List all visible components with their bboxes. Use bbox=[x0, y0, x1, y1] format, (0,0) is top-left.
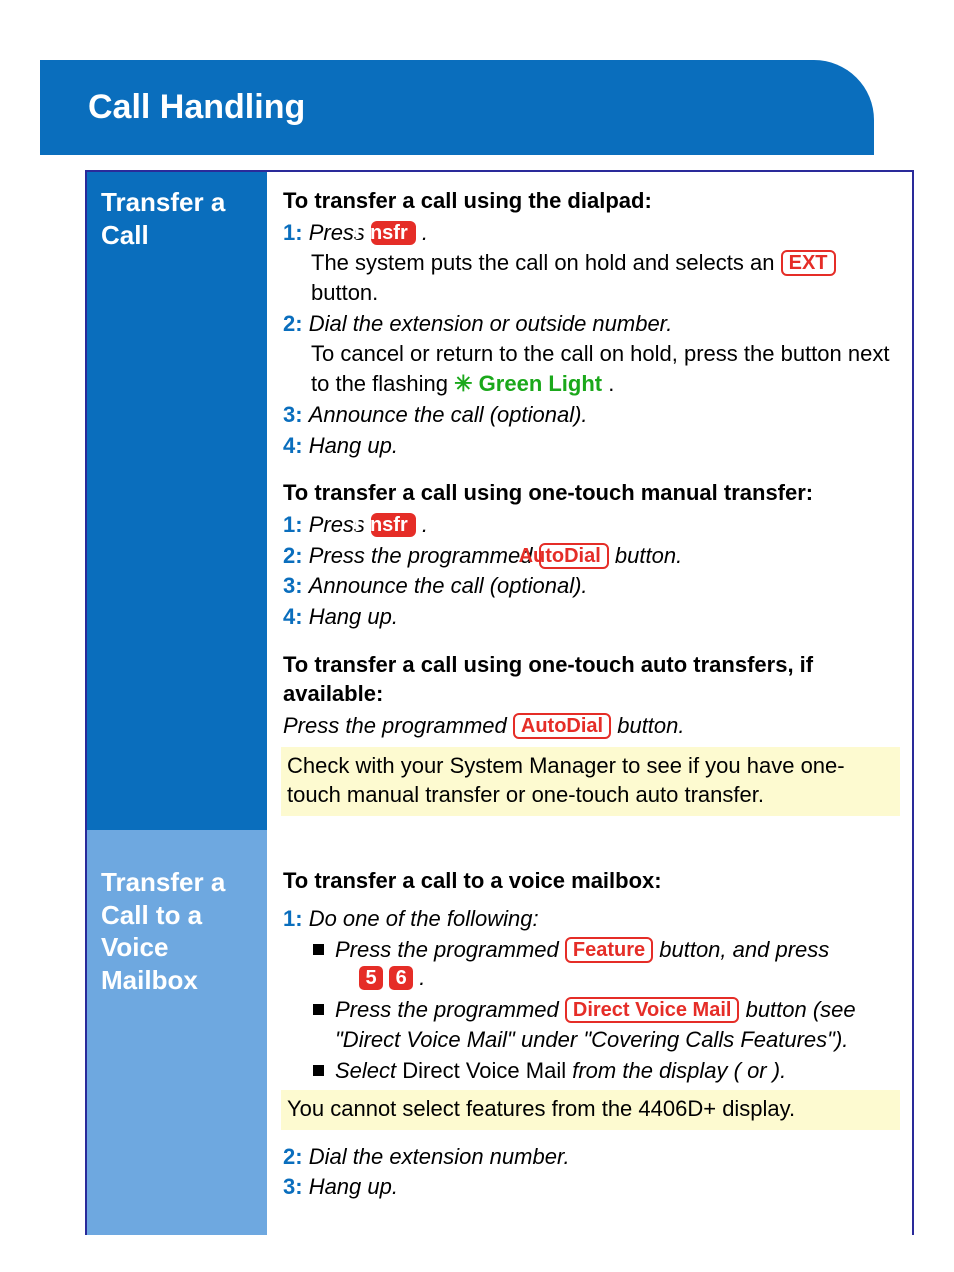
star-icon: ✳ bbox=[454, 371, 472, 396]
step: 2: Dial the extension number. bbox=[283, 1142, 894, 1172]
step: 4: Hang up. bbox=[283, 602, 894, 632]
headline: To transfer a call to a voice mailbox: bbox=[283, 866, 894, 896]
bullet-item: Select Direct Voice Mail from the displa… bbox=[311, 1056, 894, 1086]
section-heading: Transfer a Call to a Voice Mailbox bbox=[87, 852, 267, 1235]
step: 3: Hang up. bbox=[283, 1172, 894, 1202]
headline: To transfer a call using one-touch auto … bbox=[283, 650, 894, 709]
step: 2: Dial the extension or outside number. bbox=[283, 309, 894, 339]
content: Transfer a Call To transfer a call using… bbox=[85, 170, 914, 1235]
step: 1: Press Trnsfr . bbox=[283, 218, 894, 248]
step: 1: Do one of the following: bbox=[283, 904, 894, 934]
green-light-label: Green Light bbox=[479, 371, 602, 396]
section-body: To transfer a call using the dialpad: 1:… bbox=[267, 172, 912, 830]
step: 3: Announce the call (optional). bbox=[283, 400, 894, 430]
step: 2: Press the programmed AutoDial button. bbox=[283, 541, 894, 571]
page-title: Call Handling bbox=[88, 88, 305, 127]
key-ext: EXT bbox=[781, 250, 836, 276]
step: 1: Press Trnsfr . bbox=[283, 510, 894, 540]
key-6: 6 bbox=[389, 966, 413, 990]
headline: To transfer a call using one-touch manua… bbox=[283, 478, 894, 508]
bullet-list: Press the programmed Feature button, and… bbox=[311, 935, 894, 1085]
section-heading: Transfer a Call bbox=[87, 172, 267, 830]
bullet-item: Press the programmed Feature button, and… bbox=[311, 935, 894, 992]
section-body: To transfer a call to a voice mailbox: 1… bbox=[267, 852, 912, 1235]
note: Check with your System Manager to see if… bbox=[281, 747, 900, 816]
key-trnsfr: Trnsfr bbox=[371, 221, 416, 245]
key-autodial: AutoDial bbox=[539, 543, 609, 569]
step: 4: Hang up. bbox=[283, 431, 894, 461]
page-title-bar: Call Handling bbox=[40, 60, 874, 155]
step-sub: To cancel or return to the call on hold,… bbox=[283, 339, 894, 398]
key-direct-voice-mail: Direct Voice Mail bbox=[565, 997, 740, 1023]
step: Press the programmed AutoDial button. bbox=[283, 711, 894, 741]
key-feature: Feature bbox=[565, 937, 653, 963]
step-sub: The system puts the call on hold and sel… bbox=[283, 248, 894, 307]
key-autodial: AutoDial bbox=[513, 713, 611, 739]
bullet-item: Press the programmed Direct Voice Mail b… bbox=[311, 995, 894, 1054]
note: You cannot select features from the 4406… bbox=[281, 1090, 900, 1130]
headline: To transfer a call using the dialpad: bbox=[283, 186, 894, 216]
key-5: 5 bbox=[359, 966, 383, 990]
key-trnsfr: Trnsfr bbox=[371, 513, 416, 537]
row-transfer-call: Transfer a Call To transfer a call using… bbox=[87, 172, 912, 830]
row-transfer-voicemail: Transfer a Call to a Voice Mailbox To tr… bbox=[87, 852, 912, 1235]
step: 3: Announce the call (optional). bbox=[283, 571, 894, 601]
separator bbox=[87, 830, 912, 852]
